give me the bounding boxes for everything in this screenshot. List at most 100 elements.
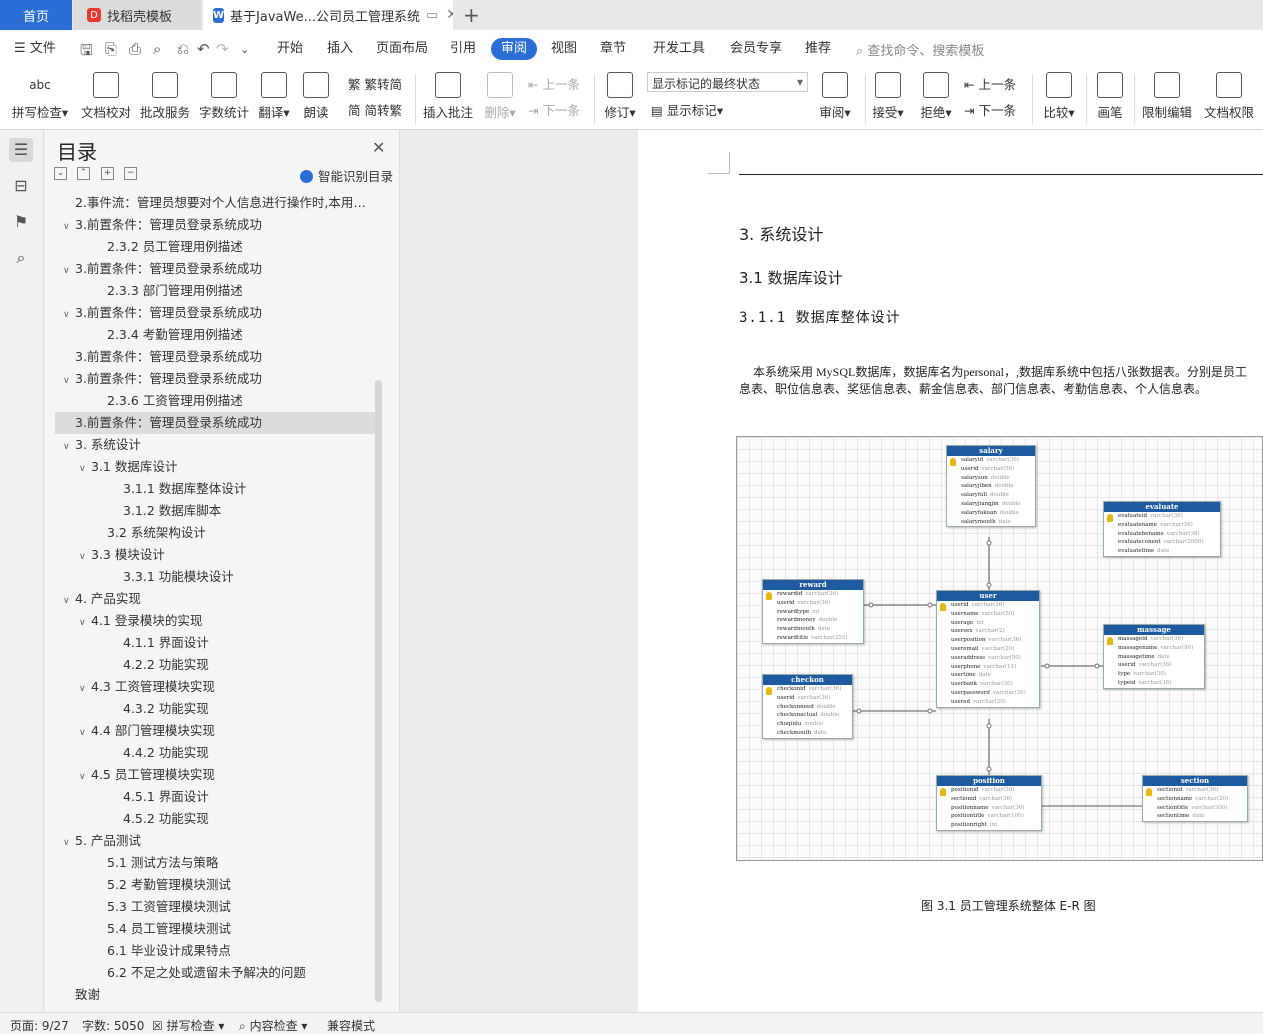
toc-item[interactable]: 4.3.2 功能实现 <box>55 698 375 720</box>
toc-item[interactable]: 4.5.1 界面设计 <box>55 786 375 808</box>
tab-template[interactable]: D 找稻壳模板 <box>73 0 201 30</box>
reject-button[interactable]: 拒绝▾ <box>906 72 966 121</box>
doc-proof-button[interactable]: 文档校对 <box>76 72 136 121</box>
toc-item[interactable]: 5.2 考勤管理模块测试 <box>55 874 375 896</box>
tab-monitor-icon[interactable]: ▭ <box>426 8 438 23</box>
word-count-indicator[interactable]: 字数: 5050 <box>82 1017 144 1034</box>
nav-pane-icon[interactable]: ⊟ <box>9 174 33 198</box>
close-icon[interactable]: ✕ <box>372 138 385 157</box>
menu-view[interactable]: 视图 <box>551 38 577 60</box>
chevron-down-icon[interactable]: ∨ <box>63 370 75 390</box>
toc-item[interactable]: ∨ 4.4 部门管理模块实现 <box>55 720 375 742</box>
next-comment-button[interactable]: ⇥ 下一条 <box>528 100 580 119</box>
prev-comment-button[interactable]: ⇤ 上一条 <box>528 74 580 93</box>
toc-item[interactable]: ∨ 3.3 模块设计 <box>55 544 375 566</box>
chevron-down-icon[interactable]: ∨ <box>79 458 91 478</box>
menu-insert[interactable]: 插入 <box>327 38 353 60</box>
toc-item[interactable]: 3.1.1 数据库整体设计 <box>55 478 375 500</box>
pen-button[interactable]: 画笔 <box>1080 72 1140 121</box>
toc-item[interactable]: 2.3.3 部门管理用例描述 <box>55 280 375 302</box>
expand-up-icon[interactable]: ⌃ <box>77 167 90 180</box>
chevron-down-icon[interactable]: ∨ <box>63 216 75 236</box>
page-indicator[interactable]: 页面: 9/27 <box>10 1017 69 1034</box>
menu-review[interactable]: 审阅 <box>491 38 538 60</box>
redo-icon[interactable]: ↷ <box>216 40 229 58</box>
prev-change-button[interactable]: ⇤ 上一条 <box>964 74 1016 93</box>
chevron-down-icon[interactable]: ∨ <box>63 832 75 852</box>
spell-check-button[interactable]: abc 拼写检查▾ <box>10 72 70 121</box>
trad-to-simp-button[interactable]: 繁 繁转简 <box>348 74 402 93</box>
export-pdf-icon[interactable]: ⎘ <box>105 40 117 58</box>
search-icon[interactable]: ⌕ <box>9 246 33 270</box>
doc-permission-button[interactable]: 文档权限 <box>1198 72 1260 121</box>
toc-item[interactable]: ∨ 3.前置条件：管理员登录系统成功 <box>55 368 375 390</box>
add-heading-icon[interactable]: + <box>101 167 114 180</box>
menu-home[interactable]: 开始 <box>277 38 303 60</box>
toc-item[interactable]: ∨ 3.前置条件：管理员登录系统成功 <box>55 214 375 236</box>
status-spell-check[interactable]: ☒ 拼写检查 ▾ <box>152 1017 224 1034</box>
toc-item[interactable]: 6.2 不足之处或遗留未予解决的问题 <box>55 962 375 984</box>
toc-item[interactable]: 3.1.2 数据库脚本 <box>55 500 375 522</box>
smart-toc-button[interactable]: 智能识别目录 <box>300 166 393 185</box>
chevron-down-icon[interactable]: ∨ <box>63 590 75 610</box>
chevron-down-icon[interactable]: ∨ <box>79 722 91 742</box>
restrict-edit-button[interactable]: 限制编辑 <box>1136 72 1198 121</box>
toc-item[interactable]: 4.1.1 界面设计 <box>55 632 375 654</box>
simp-to-trad-button[interactable]: 简 简转繁 <box>348 100 402 119</box>
toc-item[interactable]: 3.2 系统架构设计 <box>55 522 375 544</box>
show-markup-button[interactable]: ▤ 显示标记▾ <box>651 100 723 119</box>
tab-close-icon[interactable]: ✕ <box>446 7 453 23</box>
batch-service-button[interactable]: 批改服务 <box>135 72 195 121</box>
new-tab-icon[interactable]: + <box>463 3 480 27</box>
toc-item[interactable]: 5.4 员工管理模块测试 <box>55 918 375 940</box>
markup-state-select[interactable]: 显示标记的最终状态 ▾ <box>647 72 808 92</box>
toc-scrollbar[interactable] <box>375 380 382 1002</box>
chevron-down-icon[interactable]: ∨ <box>79 766 91 786</box>
toc-item[interactable]: ∨ 3.1 数据库设计 <box>55 456 375 478</box>
file-menu[interactable]: ☰ 文件 <box>14 38 56 60</box>
undo-icon[interactable]: ↶ <box>197 40 210 58</box>
toc-item[interactable]: ∨ 4. 产品实现 <box>55 588 375 610</box>
chevron-down-icon[interactable]: ∨ <box>79 678 91 698</box>
toc-item[interactable]: ∨ 4.1 登录模块的实现 <box>55 610 375 632</box>
bookmark-icon[interactable]: ⚑ <box>9 210 33 234</box>
toc-item[interactable]: 2.事件流：管理员想要对个人信息进行操作时,本用例 ... <box>55 192 375 214</box>
menu-devtools[interactable]: 开发工具 <box>653 38 705 60</box>
toc-item[interactable]: 4.5.2 功能实现 <box>55 808 375 830</box>
toc-item[interactable]: 4.2.2 功能实现 <box>55 654 375 676</box>
insert-comment-button[interactable]: 插入批注 <box>418 72 478 121</box>
status-content-check[interactable]: ⌕ 内容检查 ▾ <box>239 1017 307 1034</box>
tab-document[interactable]: W 基于JavaWe...公司员工管理系统 ▭ ✕ <box>203 0 453 30</box>
chevron-down-icon[interactable]: ∨ <box>79 612 91 632</box>
print-preview-icon[interactable]: ⌕ <box>153 40 161 58</box>
chevron-down-icon[interactable]: ∨ <box>63 304 75 324</box>
toc-item[interactable]: 2.3.6 工资管理用例描述 <box>55 390 375 412</box>
chevron-down-icon[interactable]: ∨ <box>79 546 91 566</box>
toc-item[interactable]: ∨ 3.前置条件：管理员登录系统成功 <box>55 302 375 324</box>
format-painter-icon[interactable]: ⎌ <box>177 40 189 58</box>
toc-item[interactable]: 5.1 测试方法与策略 <box>55 852 375 874</box>
save-icon[interactable]: 🖫 <box>80 40 93 65</box>
remove-heading-icon[interactable]: − <box>124 167 137 180</box>
toc-item[interactable]: ∨ 5. 产品测试 <box>55 830 375 852</box>
toc-item[interactable]: 6.1 毕业设计成果特点 <box>55 940 375 962</box>
toc-item[interactable]: 2.3.2 员工管理用例描述 <box>55 236 375 258</box>
delete-comment-button[interactable]: 删除▾ <box>470 72 530 121</box>
collapse-all-icon[interactable]: ⌄ <box>54 167 67 180</box>
print-icon[interactable]: ⎙ <box>129 40 141 58</box>
next-change-button[interactable]: ⇥ 下一条 <box>964 100 1016 119</box>
chevron-down-icon[interactable]: ∨ <box>63 260 75 280</box>
chevron-down-icon[interactable]: ∨ <box>63 436 75 456</box>
menu-reference[interactable]: 引用 <box>450 38 476 60</box>
toc-item[interactable]: 4.4.2 功能实现 <box>55 742 375 764</box>
review-pane-button[interactable]: 审阅▾ <box>805 72 865 121</box>
toc-item[interactable]: 3.前置条件：管理员登录系统成功 <box>55 412 375 434</box>
read-aloud-button[interactable]: 朗读 <box>286 72 346 121</box>
toc-item[interactable]: 3.3.1 功能模块设计 <box>55 566 375 588</box>
toc-item[interactable]: 3.前置条件：管理员登录系统成功 <box>55 346 375 368</box>
menu-layout[interactable]: 页面布局 <box>376 38 428 60</box>
command-search[interactable]: ⌕ 查找命令、搜索模板 <box>856 40 984 59</box>
toc-panel-icon[interactable]: ☰ <box>9 138 33 162</box>
toc-item[interactable]: ∨ 4.3 工资管理模块实现 <box>55 676 375 698</box>
toc-item[interactable]: 5.3 工资管理模块测试 <box>55 896 375 918</box>
